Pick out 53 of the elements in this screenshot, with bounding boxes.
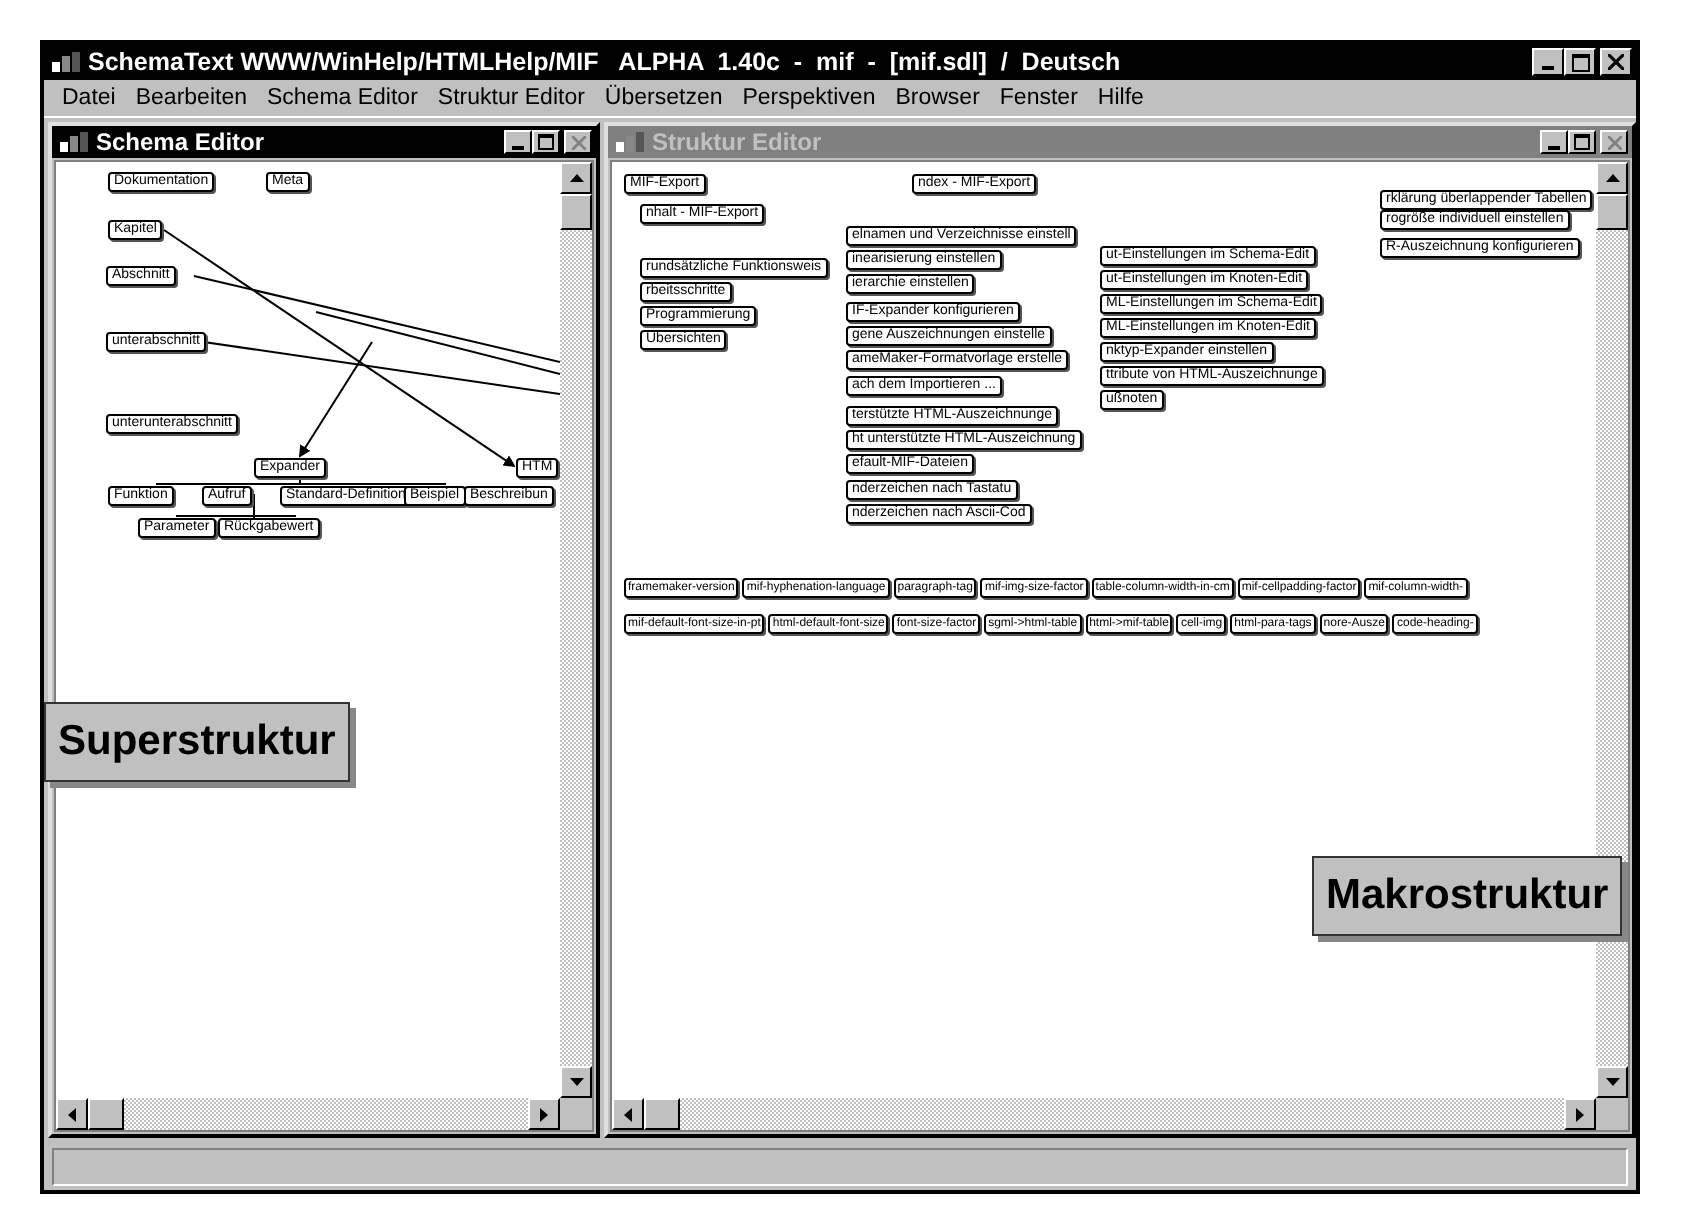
minimize-button[interactable] (1532, 48, 1564, 76)
up-arrow-icon (569, 174, 583, 182)
menu-item[interactable]: Bearbeiten (125, 86, 257, 110)
down-arrow-icon (1605, 1078, 1619, 1086)
right-arrow-icon (1576, 1107, 1584, 1121)
menu-item[interactable]: Datei (52, 86, 126, 110)
minimize-button[interactable] (1540, 130, 1568, 154)
menu-item[interactable]: Browser (885, 86, 990, 110)
menu-item[interactable]: Struktur Editor (427, 86, 595, 110)
scroll-thumb[interactable] (1596, 194, 1628, 230)
menu-item[interactable]: Schema Editor (256, 86, 428, 110)
scroll-up-button[interactable] (1596, 162, 1628, 194)
menu-item[interactable]: Übersetzen (594, 86, 733, 110)
scroll-left-button[interactable] (56, 1098, 88, 1130)
scroll-down-button[interactable] (560, 1066, 592, 1098)
window-icon (60, 132, 88, 152)
maximize-button[interactable] (1564, 48, 1596, 76)
close-icon (1608, 54, 1624, 70)
close-icon (571, 135, 585, 149)
vertical-scrollbar[interactable] (560, 162, 592, 1098)
scroll-right-button[interactable] (528, 1098, 560, 1130)
annotation-label: Makrostruktur (1312, 856, 1623, 936)
maximize-icon (538, 134, 554, 150)
annotation-label: Superstruktur (44, 702, 350, 782)
maximize-icon (1574, 134, 1590, 150)
left-arrow-icon (624, 1107, 632, 1121)
window-title: Struktur Editor (652, 128, 824, 156)
down-arrow-icon (569, 1078, 583, 1086)
scroll-thumb[interactable] (88, 1098, 124, 1130)
menu-item[interactable]: Fenster (989, 86, 1088, 110)
app-icon (52, 52, 80, 72)
horizontal-scrollbar[interactable] (612, 1098, 1596, 1130)
maximize-icon (1571, 53, 1589, 71)
scroll-right-button[interactable] (1564, 1098, 1596, 1130)
menu-item[interactable]: Hilfe (1087, 86, 1154, 110)
window-title: Schema Editor (96, 128, 267, 156)
maximize-button[interactable] (1568, 130, 1596, 154)
left-arrow-icon (68, 1107, 76, 1121)
right-arrow-icon (540, 1107, 548, 1121)
minimize-button[interactable] (504, 130, 532, 154)
window-icon (616, 132, 644, 152)
close-icon (1607, 135, 1621, 149)
menu-item[interactable]: Perspektiven (732, 86, 886, 110)
close-button[interactable] (1600, 48, 1632, 76)
scroll-up-button[interactable] (560, 162, 592, 194)
scroll-left-button[interactable] (612, 1098, 644, 1130)
scroll-thumb[interactable] (560, 194, 592, 230)
up-arrow-icon (1605, 174, 1619, 182)
maximize-button[interactable] (532, 130, 560, 154)
window-title: SchemaText WWW/WinHelp/HTMLHelp/MIF ALPHA 1.40c - mif - [mif.sdl] / Deutsch (88, 48, 1123, 76)
horizontal-scrollbar[interactable] (56, 1098, 560, 1130)
scroll-down-button[interactable] (1596, 1066, 1628, 1098)
scroll-thumb[interactable] (644, 1098, 680, 1130)
